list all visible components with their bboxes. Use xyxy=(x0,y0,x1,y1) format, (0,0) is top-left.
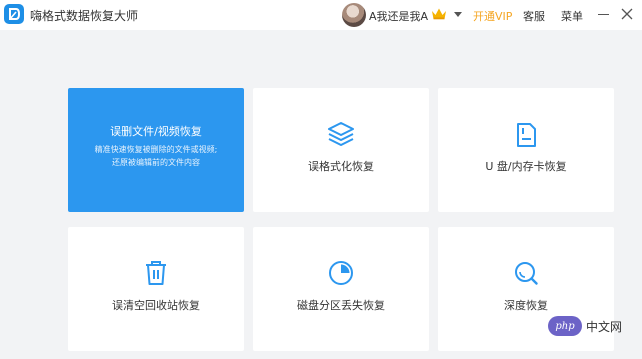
user-dropdown-caret-icon[interactable] xyxy=(454,12,462,17)
username[interactable]: A我还是我A xyxy=(369,8,428,24)
avatar[interactable] xyxy=(342,3,366,27)
tile-label: 误删文件/视频恢复 xyxy=(110,125,202,138)
app-logo-icon xyxy=(4,4,24,24)
close-icon[interactable] xyxy=(620,7,634,21)
sd-card-icon xyxy=(517,123,536,147)
open-vip-link[interactable]: 开通VIP xyxy=(473,8,512,24)
customer-service-link[interactable]: 客服 xyxy=(523,8,545,24)
minimize-icon[interactable] xyxy=(598,14,609,15)
trash-icon xyxy=(146,261,166,285)
pie-chart-icon xyxy=(329,261,353,285)
tile-description: 还原被编辑前的文件内容 xyxy=(112,158,200,167)
magnifier-icon xyxy=(515,262,538,285)
tile-usb-sd-recovery[interactable]: U 盘/内存卡恢复 xyxy=(438,88,614,212)
tile-description: 精准快速恢复被删除的文件或视频; xyxy=(94,145,218,154)
watermark-badge: php xyxy=(548,316,582,336)
app-title: 嗨格式数据恢复大师 xyxy=(30,9,139,23)
tile-deleted-file-recovery[interactable]: 误删文件/视频恢复 精准快速恢复被删除的文件或视频; 还原被编辑前的文件内容 xyxy=(68,88,244,212)
tile-label: 深度恢复 xyxy=(504,299,548,312)
crown-icon xyxy=(432,8,446,20)
tile-recycle-bin-recovery[interactable]: 误清空回收站恢复 xyxy=(68,227,244,351)
tile-label: U 盘/内存卡恢复 xyxy=(485,160,567,173)
menu-link[interactable]: 菜单 xyxy=(561,8,583,24)
watermark: php 中文网 xyxy=(548,315,638,337)
tile-label: 误格式化恢复 xyxy=(308,160,374,173)
watermark-text: 中文网 xyxy=(586,319,623,334)
tile-label: 误清空回收站恢复 xyxy=(112,299,200,312)
title-bar: 嗨格式数据恢复大师 A我还是我A 开通VIP 客服 菜单 xyxy=(0,0,642,30)
layers-icon xyxy=(328,122,354,146)
tile-label: 磁盘分区丢失恢复 xyxy=(297,299,385,312)
tile-format-recovery[interactable]: 误格式化恢复 xyxy=(253,88,429,212)
tile-partition-recovery[interactable]: 磁盘分区丢失恢复 xyxy=(253,227,429,351)
